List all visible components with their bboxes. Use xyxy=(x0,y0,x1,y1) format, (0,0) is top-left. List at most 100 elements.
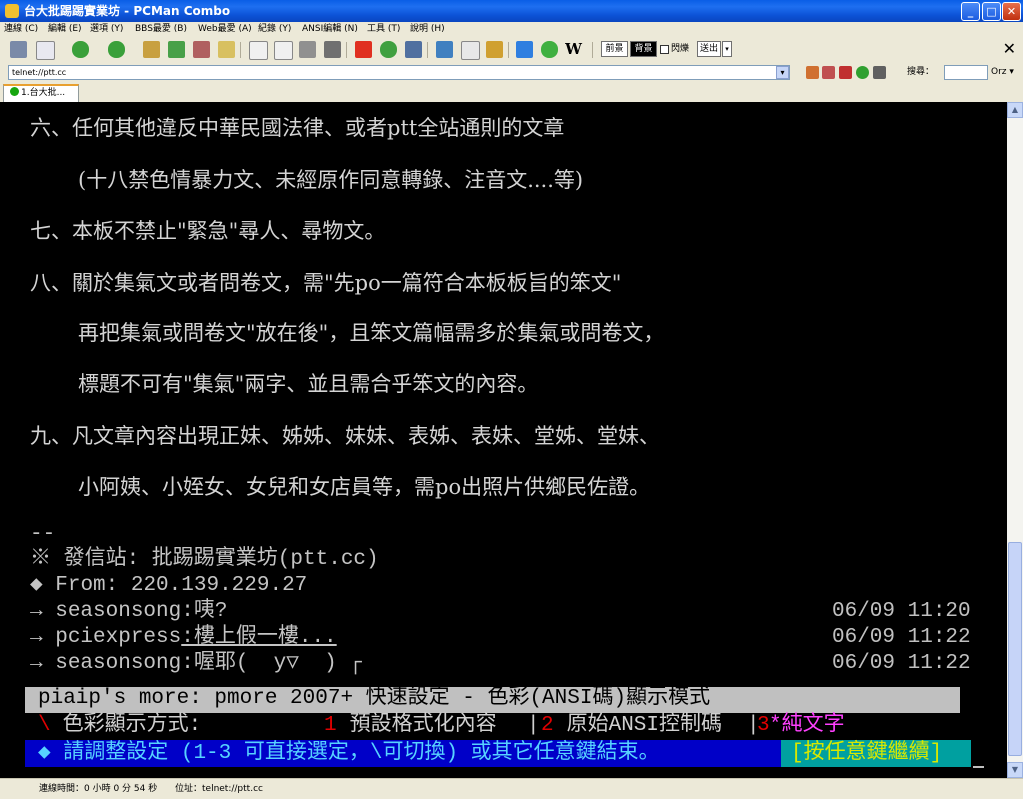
option-3-key[interactable]: 3 xyxy=(757,713,770,739)
push-time: 06/09 11:22 xyxy=(832,626,971,649)
title-bar[interactable]: 台大批踢踢實業坊 - PCMan Combo _ □ ✕ xyxy=(0,0,1023,22)
push-row: → seasonsong:喔耶( y▽ ) ┌ xyxy=(30,652,362,675)
fullscreen-icon[interactable] xyxy=(405,41,422,58)
rule-line: 標題不可有"集氣"兩字、並且需合乎笨文的內容。 xyxy=(78,372,539,396)
option-1-label[interactable]: 預設格式化內容 xyxy=(337,713,509,739)
toolbar-separator xyxy=(427,42,428,58)
option-2-label[interactable]: 原始ANSI控制碼 xyxy=(554,713,735,739)
close-button[interactable]: ✕ xyxy=(1002,2,1021,21)
toolbar-separator xyxy=(240,42,241,58)
wikipedia-icon[interactable]: W xyxy=(565,41,582,58)
font-icon[interactable] xyxy=(355,41,372,58)
address-dropdown-icon[interactable]: ▾ xyxy=(776,66,789,79)
rule-line: 小阿姨、小姪女、女兒和女店員等，需po出照片供鄉民佐證。 xyxy=(78,475,651,499)
color-mode-marker: \ xyxy=(38,714,51,737)
menu-ansi-edit[interactable]: ANSI編輯 (N) xyxy=(302,23,358,35)
pmore-status-bar: piaip's more: pmore 2007+ 快速設定 - 色彩(ANSI… xyxy=(25,687,960,713)
rule-line: 六、任何其他違反中華民國法律、或者ptt全站通則的文章 xyxy=(30,116,565,140)
toolbar-close-icon[interactable]: ✕ xyxy=(1003,40,1016,58)
tab-label: 1.台大批... xyxy=(21,88,66,98)
paste-icon[interactable] xyxy=(274,41,293,60)
rule-line: 七、本板不禁止"緊急"尋人、尋物文。 xyxy=(30,219,386,243)
color-mode-label: 色彩顯示方式: xyxy=(50,714,202,737)
minimize-button[interactable]: _ xyxy=(961,2,980,21)
settings-prompt: ◆ 請調整設定 (1-3 可直接選定，\可切換) 或其它任意鍵結束。 xyxy=(38,742,660,765)
menu-edit[interactable]: 編輯 (E) xyxy=(48,23,82,35)
settings-gear-icon[interactable] xyxy=(380,41,397,58)
flash-checkbox[interactable] xyxy=(660,45,669,54)
menu-log[interactable]: 紀錄 (Y) xyxy=(258,23,291,35)
vertical-scrollbar[interactable]: ▲ ▼ xyxy=(1007,102,1023,778)
connected-status-icon xyxy=(10,87,19,96)
toolbar-separator xyxy=(508,42,509,58)
bookmark-icon[interactable] xyxy=(822,66,835,79)
connect-time: 連線時間：0 小時 0 分 54 秒 xyxy=(39,784,158,794)
terminal-screen[interactable]: 六、任何其他違反中華民國法律、或者ptt全站通則的文章 (十八禁色情暴力文、未經… xyxy=(0,102,1007,778)
signature-separator: -- xyxy=(30,523,56,546)
image-icon[interactable] xyxy=(436,41,453,58)
search-input[interactable] xyxy=(944,65,988,80)
foreground-button[interactable]: 前景 xyxy=(601,41,628,57)
toolbar-separator xyxy=(346,42,347,58)
address-input[interactable]: telnet://ptt.cc xyxy=(8,65,790,80)
reconnect-icon[interactable] xyxy=(143,41,160,58)
menu-help[interactable]: 說明 (H) xyxy=(410,23,445,35)
disconnect-icon[interactable] xyxy=(168,41,185,58)
send-dropdown-icon[interactable]: ▾ xyxy=(722,41,732,57)
push-row: → seasonsong:咦? xyxy=(30,600,228,623)
address-bar: telnet://ptt.cc ▾ 搜尋： Orz ▾ xyxy=(0,63,1023,82)
status-bar: 連線時間：0 小時 0 分 54 秒 位址：telnet://ptt.cc xyxy=(0,778,1023,799)
back-arrow-icon[interactable] xyxy=(72,41,89,58)
push-time: 06/09 11:22 xyxy=(832,652,971,675)
scroll-up-icon[interactable]: ▲ xyxy=(1007,102,1023,118)
flash-label: 閃爍 xyxy=(671,44,690,54)
home-icon[interactable] xyxy=(806,66,819,79)
option-2-key[interactable]: 2 xyxy=(541,713,554,739)
new-connection-icon[interactable] xyxy=(36,41,55,60)
tab-bar: 1.台大批... xyxy=(0,82,1023,103)
lock-icon[interactable] xyxy=(486,41,503,58)
menu-tools[interactable]: 工具 (T) xyxy=(367,23,400,35)
query-icon[interactable] xyxy=(516,41,533,58)
option-3-label[interactable]: *純文字 xyxy=(769,713,845,739)
maximize-button[interactable]: □ xyxy=(982,2,1001,21)
calc-icon[interactable] xyxy=(461,41,480,60)
screen-capture-icon[interactable] xyxy=(873,66,886,79)
rule-line: 八、關於集氣文或者問卷文，需"先po一篇符合本板板旨的笨文" xyxy=(30,271,622,295)
pin-icon[interactable] xyxy=(218,41,235,58)
push-time: 06/09 11:20 xyxy=(832,600,971,623)
rule-line: (十八禁色情暴力文、未經原作同意轉錄、注音文....等) xyxy=(78,168,584,192)
menu-connect[interactable]: 連線 (C) xyxy=(4,23,38,35)
site-list-icon[interactable] xyxy=(10,41,27,58)
option-1-key[interactable]: 1 xyxy=(324,713,337,739)
toolbar: W 前景 背景 閃爍 送出 ▾ ✕ xyxy=(0,37,1023,64)
scroll-down-icon[interactable]: ▼ xyxy=(1007,762,1023,778)
origin-line: ※ 發信站: 批踢踢實業坊(ptt.cc) xyxy=(30,548,379,571)
tab-ptt[interactable]: 1.台大批... xyxy=(3,84,79,102)
menu-web-fav[interactable]: Web最愛 (A) xyxy=(198,23,252,35)
forward-arrow-icon[interactable] xyxy=(108,41,125,58)
send-button[interactable]: 送出 xyxy=(697,41,721,57)
settings-prompt-bar: ◆ 請調整設定 (1-3 可直接選定，\可切換) 或其它任意鍵結束。 xyxy=(25,740,781,767)
menu-options[interactable]: 選項 (Y) xyxy=(90,23,123,35)
go-icon[interactable] xyxy=(856,66,869,79)
app-icon xyxy=(5,4,19,18)
star-icon[interactable] xyxy=(541,41,558,58)
menu-bbs-fav[interactable]: BBS最愛 (B) xyxy=(135,23,187,35)
pmore-title: piaip's more: pmore 2007+ 快速設定 - 色彩(ANSI… xyxy=(38,687,711,710)
continue-prompt[interactable]: [按任意鍵繼續] xyxy=(781,740,971,767)
copy-icon[interactable] xyxy=(249,41,268,60)
from-line: ◆ From: 220.139.229.27 xyxy=(30,574,308,597)
background-button[interactable]: 背景 xyxy=(630,41,657,57)
toolbar-separator xyxy=(592,42,593,58)
search-label: 搜尋： xyxy=(907,67,935,77)
search-engine-select[interactable]: Orz ▾ xyxy=(991,66,1014,78)
option-separator: | xyxy=(527,714,540,737)
menu-bar: 連線 (C) 編輯 (E) 選項 (Y) BBS最愛 (B) Web最愛 (A)… xyxy=(0,22,1023,36)
select-all-icon[interactable] xyxy=(299,41,316,58)
scroll-thumb[interactable] xyxy=(1008,542,1022,756)
screen-icon[interactable] xyxy=(324,41,341,58)
rule-line: 九、凡文章內容出現正妹、姊姊、妹妹、表姊、表妹、堂姊、堂妹、 xyxy=(30,424,660,448)
stop-icon[interactable] xyxy=(839,66,852,79)
close-conn-icon[interactable] xyxy=(193,41,210,58)
